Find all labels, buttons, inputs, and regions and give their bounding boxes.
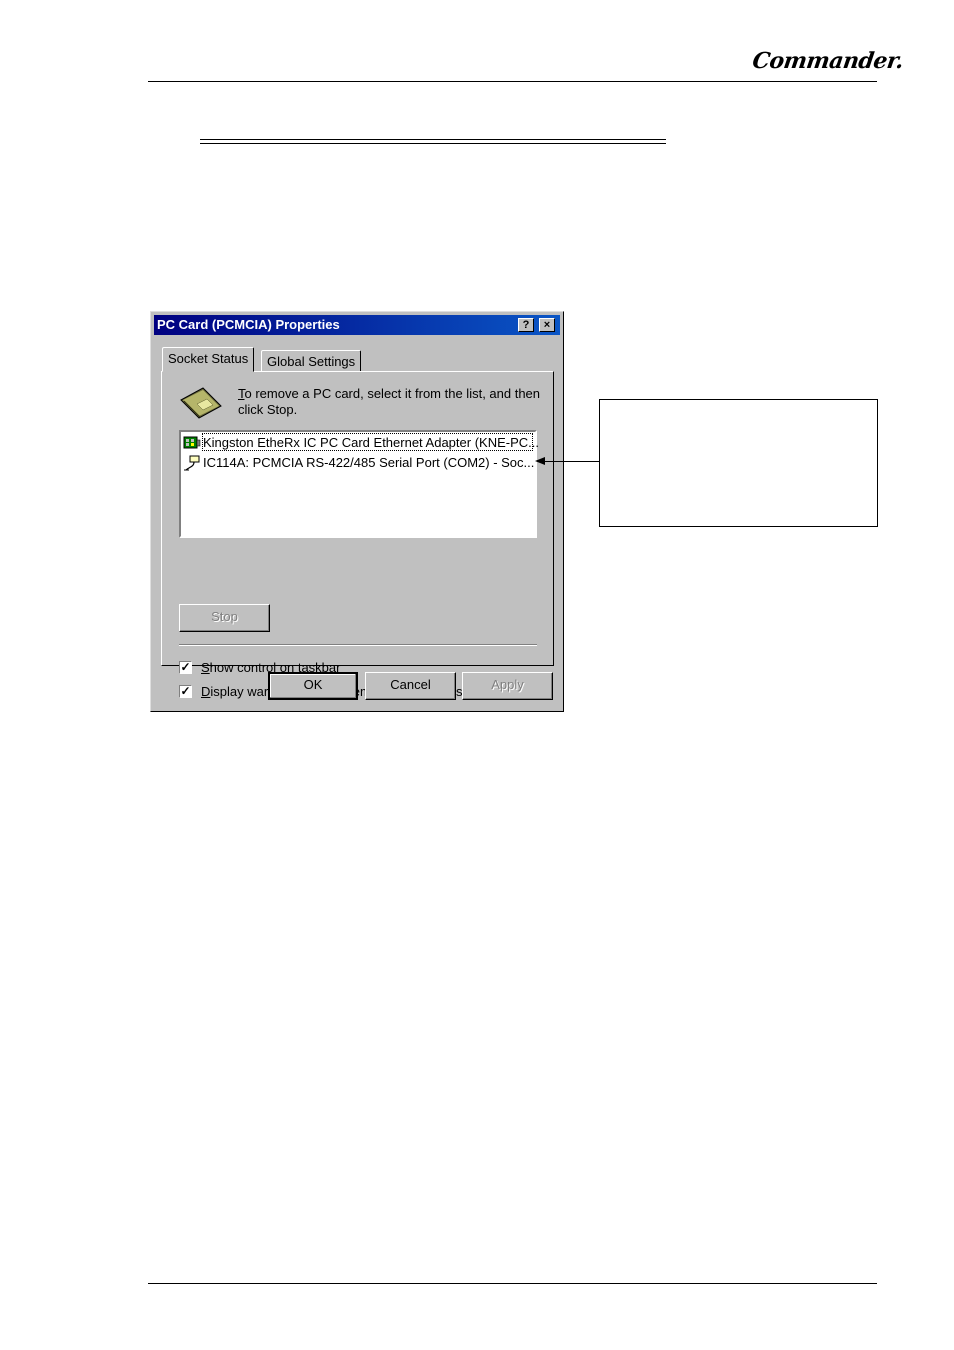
pc-card-device-list[interactable]: Kingston EtheRx IC PC Card Ethernet Adap…: [179, 430, 539, 538]
dialog-titlebar[interactable]: PC Card (PCMCIA) Properties ? ×: [154, 315, 560, 335]
cancel-button[interactable]: Cancel: [365, 672, 456, 700]
show-control-checkbox[interactable]: ✓: [179, 661, 192, 674]
footer-rule: [148, 1283, 877, 1284]
ok-button-label: OK: [303, 677, 323, 692]
panel-separator: [179, 644, 537, 646]
tab-global-settings-label: Global Settings: [267, 354, 356, 369]
stop-button[interactable]: Stop: [179, 604, 270, 632]
socket-status-panel: To remove a PC card, select it from the …: [161, 371, 554, 699]
display-warning-accelerator: D: [201, 684, 211, 699]
apply-button[interactable]: Apply: [462, 672, 553, 700]
instructions-text: To remove a PC card, select it from the …: [238, 386, 543, 418]
callout-line: [545, 461, 599, 462]
callout-box: [599, 399, 878, 527]
header-rule: [148, 81, 877, 82]
commander-logo: Commander.: [750, 48, 905, 74]
dialog-title: PC Card (PCMCIA) Properties: [157, 317, 340, 332]
callout-arrowhead: [535, 457, 545, 465]
pc-card-icon: [180, 387, 222, 419]
list-item-label: Kingston EtheRx IC PC Card Ethernet Adap…: [203, 435, 539, 450]
cancel-button-label: Cancel: [390, 677, 431, 692]
tab-socket-status-label: Socket Status: [168, 351, 249, 366]
list-item-kingston-ethernet[interactable]: Kingston EtheRx IC PC Card Ethernet Adap…: [183, 433, 539, 452]
list-item-label: IC114A: PCMCIA RS-422/485 Serial Port (C…: [203, 455, 535, 470]
tab-global-settings[interactable]: Global Settings: [261, 350, 362, 372]
section-double-rule: [200, 139, 666, 144]
network-adapter-icon: [183, 436, 201, 449]
serial-port-icon: [184, 455, 200, 471]
tab-socket-status[interactable]: Socket Status: [162, 347, 255, 372]
instruction-line-2: click Stop.: [238, 402, 298, 417]
pc-card-properties-dialog: PC Card (PCMCIA) Properties ? × Socket S…: [150, 311, 564, 712]
list-item-ic114a-serial[interactable]: IC114A: PCMCIA RS-422/485 Serial Port (C…: [183, 453, 535, 472]
help-button[interactable]: ?: [518, 318, 534, 332]
display-warning-checkbox[interactable]: ✓: [179, 685, 192, 698]
apply-button-label: Apply: [491, 677, 524, 692]
stop-button-label: Stop: [211, 609, 238, 624]
show-control-accelerator: S: [201, 660, 210, 675]
instruction-line-1: o remove a PC card, select it from the l…: [244, 386, 541, 401]
close-button[interactable]: ×: [539, 318, 555, 332]
ok-button[interactable]: OK: [268, 672, 358, 700]
